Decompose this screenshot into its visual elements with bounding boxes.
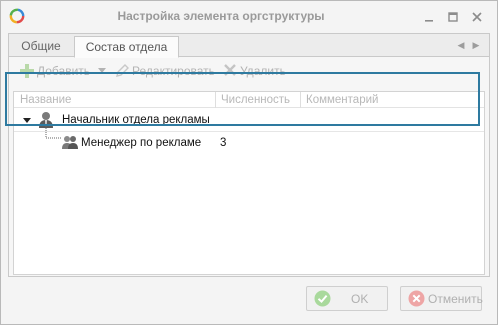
maximize-button[interactable] (444, 8, 462, 26)
column-separator[interactable] (300, 92, 301, 108)
dialog-window: Настройка элемента оргструктуры Общие Со… (0, 0, 498, 325)
tree-connector-icon (45, 126, 62, 139)
add-button[interactable]: Добавить (20, 63, 108, 79)
minimize-button[interactable] (420, 8, 438, 26)
chevron-down-icon (98, 68, 106, 73)
tree-row-child[interactable]: Менеджер по рекламе 3 (14, 126, 484, 154)
maximize-icon (448, 12, 458, 22)
add-button-label: Добавить (37, 64, 91, 78)
ok-button[interactable]: OK (306, 286, 388, 311)
plus-icon (20, 64, 34, 78)
column-header-count[interactable]: Численность (221, 93, 290, 107)
tab-scroll-left-icon[interactable]: ◀ (456, 39, 466, 51)
tab-scroll-right-icon[interactable]: ▶ (471, 39, 481, 51)
content-panel: Общие Состав отдела ◀ ▶ Добавить Редакти… (8, 33, 490, 277)
tab-strip: Общие Состав отдела ◀ ▶ (9, 34, 489, 58)
tab-department-members[interactable]: Состав отдела (74, 36, 179, 58)
ok-button-label: OK (351, 292, 369, 306)
title-bar: Настройка элемента оргструктуры (1, 1, 497, 32)
close-icon (472, 12, 482, 22)
row-count: 3 (220, 137, 227, 149)
tab-general[interactable]: Общие (15, 36, 67, 57)
expand-arrow-icon[interactable] (23, 118, 31, 124)
toolbar: Добавить Редактировать Удалить (9, 58, 489, 84)
edit-button[interactable]: Редактировать (115, 63, 215, 79)
delete-x-icon (224, 64, 236, 76)
column-header-comment[interactable]: Комментарий (306, 93, 378, 107)
ok-check-icon (314, 290, 331, 307)
window-title: Настройка элемента оргструктуры (117, 9, 325, 23)
column-separator[interactable] (215, 92, 216, 108)
column-header-name[interactable]: Название (20, 93, 71, 107)
close-button[interactable] (468, 8, 486, 26)
row-name: Начальник отдела рекламы (62, 114, 210, 126)
pencil-icon (116, 64, 129, 77)
cancel-button-label: Отменить (428, 292, 483, 306)
grid-header: Название Численность Комментарий (14, 92, 484, 108)
group-icon (62, 136, 78, 149)
edit-button-label: Редактировать (132, 64, 215, 78)
cancel-x-icon (408, 290, 425, 307)
minimize-icon (425, 20, 433, 22)
row-name: Менеджер по рекламе (81, 137, 202, 149)
delete-button-label: Удалить (240, 64, 286, 78)
department-tree-grid: Название Численность Комментарий Начальн… (13, 91, 485, 275)
cancel-button[interactable]: Отменить (400, 286, 483, 311)
delete-button[interactable]: Удалить (224, 63, 294, 79)
tree-row-parent[interactable]: Начальник отдела рекламы (14, 109, 484, 131)
